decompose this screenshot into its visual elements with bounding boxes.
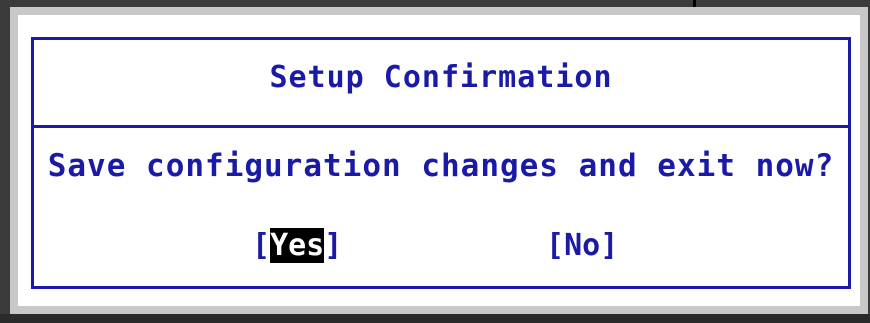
bracket-open: [ [546, 228, 565, 263]
title-divider [34, 125, 848, 128]
bios-screen: Setup Confirmation Save configuration ch… [0, 0, 870, 323]
dialog-panel: Setup Confirmation Save configuration ch… [18, 15, 860, 306]
dialog-title: Setup Confirmation [269, 60, 613, 95]
bracket-close: ] [324, 228, 343, 263]
bracket-close: ] [600, 228, 619, 263]
bracket-open: [ [252, 228, 271, 263]
yes-label: Yes [270, 228, 325, 263]
background-edge [693, 0, 696, 7]
setup-confirmation-dialog: Setup Confirmation Save configuration ch… [31, 37, 851, 289]
dialog-frame: Setup Confirmation Save configuration ch… [10, 7, 868, 314]
yes-button[interactable]: [Yes] [252, 228, 342, 263]
no-label: No [564, 228, 601, 263]
no-button[interactable]: [No] [546, 228, 618, 263]
dialog-message: Save configuration changes and exit now? [47, 148, 835, 184]
background-screen [0, 314, 870, 323]
